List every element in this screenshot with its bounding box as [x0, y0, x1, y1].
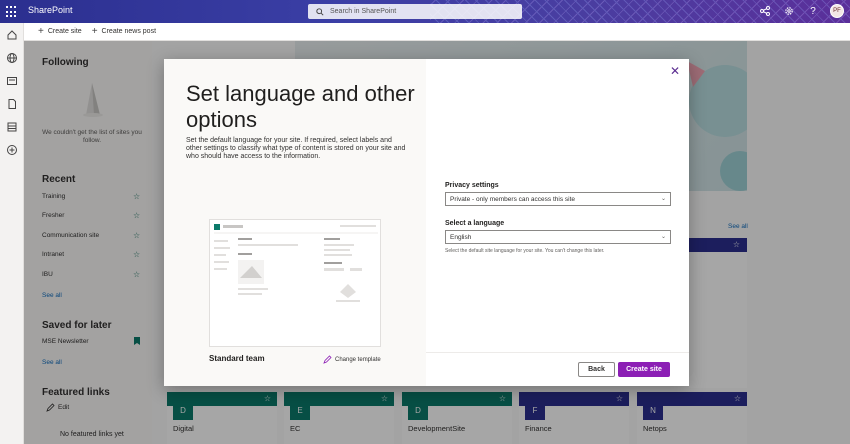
lists-icon[interactable] [6, 121, 18, 133]
command-bar: + Create site + Create news post [24, 23, 850, 41]
add-circle-icon[interactable] [6, 144, 18, 156]
globe-icon[interactable] [6, 52, 18, 64]
search-box[interactable]: Search in SharePoint [308, 4, 522, 19]
dialog-title: Set language and other options [186, 81, 415, 132]
suite-bar-actions: ? PF [756, 2, 846, 20]
privacy-label: Privacy settings [445, 182, 499, 189]
plus-icon: + [91, 26, 98, 37]
news-icon[interactable] [6, 75, 18, 87]
create-site-dialog: Set language and other options Set the d… [164, 59, 689, 386]
chevron-down-icon: ⌄ [660, 234, 666, 240]
document-icon[interactable] [6, 98, 18, 110]
left-app-bar [0, 23, 24, 444]
share-icon[interactable] [756, 2, 774, 20]
create-site-command[interactable]: + Create site [38, 26, 82, 37]
dialog-footer-divider [426, 352, 689, 353]
create-site-label: Create site [47, 28, 82, 35]
language-value: English [450, 233, 472, 241]
app-brand[interactable]: SharePoint [28, 5, 73, 15]
language-hint: Select the default site language for you… [445, 248, 605, 254]
avatar: PF [830, 4, 844, 18]
dialog-description: Set the default language for your site. … [186, 137, 406, 160]
home-icon[interactable] [6, 29, 18, 41]
change-template-link[interactable]: Change template [323, 355, 381, 364]
search-placeholder: Search in SharePoint [330, 8, 397, 15]
chevron-down-icon: ⌄ [660, 196, 666, 202]
gear-icon[interactable] [780, 2, 798, 20]
app-launcher-icon[interactable] [6, 6, 18, 18]
create-news-label: Create news post [101, 28, 157, 35]
privacy-value: Private - only members can access this s… [450, 195, 575, 203]
dialog-left-pane: Set language and other options Set the d… [164, 59, 426, 386]
search-icon [316, 7, 324, 16]
close-icon[interactable]: ✕ [669, 65, 681, 77]
template-name: Standard team [209, 354, 265, 363]
template-preview-graphic [214, 224, 378, 302]
suite-bar: SharePoint Search in SharePoint ? PF [0, 0, 850, 23]
back-button[interactable]: Back [578, 362, 615, 377]
create-site-button[interactable]: Create site [618, 362, 670, 377]
language-select[interactable]: English ⌄ [445, 230, 671, 244]
create-news-command[interactable]: + Create news post [92, 26, 156, 37]
help-icon[interactable]: ? [804, 2, 822, 20]
account-button[interactable]: PF [828, 2, 846, 20]
change-template-label: Change template [335, 356, 381, 363]
plus-icon: + [38, 26, 44, 37]
template-preview [209, 219, 381, 347]
edit-icon [323, 355, 332, 364]
language-label: Select a language [445, 220, 505, 227]
privacy-select[interactable]: Private - only members can access this s… [445, 192, 671, 206]
